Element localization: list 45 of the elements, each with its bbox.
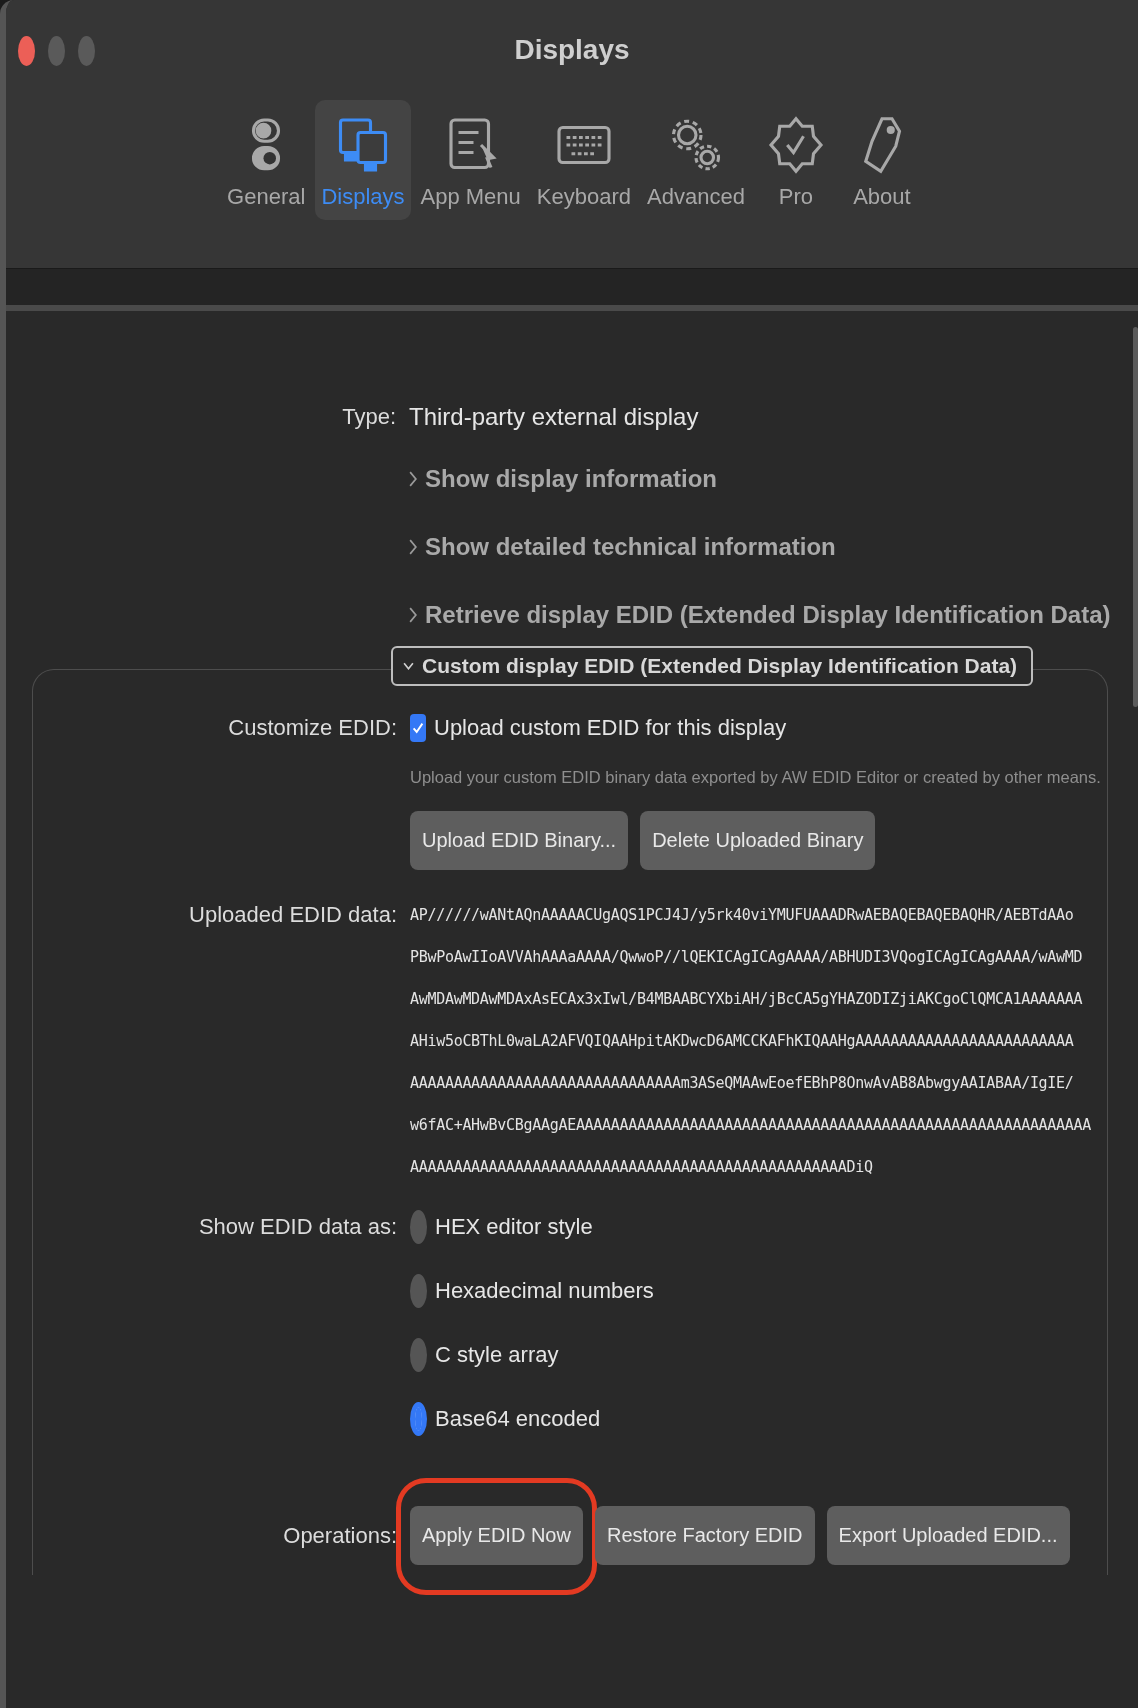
action-button[interactable]: Delete Uploaded Binary [640,811,876,870]
edid-data-line: AP//////wANtAQnAAAAACUgAQS1PCJ4J/y5rk40viYMUFUAAADRwAEBAQEBAQEBAQHR/AEBTdAAo [410,905,1075,926]
radio-button[interactable] [410,1210,427,1244]
type-value: Third-party external display [409,403,699,431]
toolbar-tab[interactable]: Pro [754,100,837,220]
toolbar-tab[interactable]: About [840,100,923,220]
close-button[interactable] [18,36,35,66]
minimize-button[interactable] [48,36,65,66]
radio-option[interactable]: Base64 encoded [410,1402,601,1436]
radio-option[interactable]: Hexadecimal numbers [410,1274,654,1308]
radio-option[interactable]: HEX editor style [410,1210,593,1244]
toolbar-tab[interactable]: Displays [315,100,411,220]
radio-option[interactable]: C style array [410,1338,559,1372]
action-button[interactable]: Export Uploaded EDID... [826,1506,1070,1565]
scrollbar-thumb[interactable] [1133,327,1138,707]
edid-data-line: AwMDAwMDAwMDAxAsECAx3xIwl/B4MBAABCYXbiAH/jBcCA5gYHAZODIZjiAKCgoClQMCA1AAAAAAA [410,989,1084,1010]
field-label: Uploaded EDID data: [189,902,397,928]
disclosure-toggle[interactable]: Custom display EDID (Extended Display Identification Data) [391,646,1034,686]
disclosure-toggle[interactable]: Retrieve display EDID (Extended Display Identification Data) [409,601,1111,629]
field-label: Customize EDID: [228,715,397,741]
zoom-button[interactable] [78,36,95,66]
field-label: Operations: [283,1522,397,1549]
checkbox-box[interactable] [410,714,426,742]
toolbar-tab[interactable]: Advanced [641,100,751,220]
radio-button[interactable] [410,1402,427,1436]
edid-data-line: AAAAAAAAAAAAAAAAAAAAAAAAAAAAAAAAAAAAAAAAAAAAAAAAAADiQ [410,1157,874,1178]
toolbar-tab[interactable]: General [221,100,312,220]
field-label: Show EDID data as: [198,1214,397,1240]
toolbar-tab[interactable]: Keyboard [530,100,637,220]
window-title: Displays [514,34,630,66]
description-text: Upload your custom EDID binary data exported by AW EDID Editor or created by other means. [410,768,1101,787]
action-button[interactable]: Restore Factory EDID [594,1506,815,1565]
action-button[interactable]: Apply EDID Now [410,1506,583,1565]
edid-data-line: w6fAC+AHwBvCBgAAgAEAAAAAAAAAAAAAAAAAAAAAAAAAAAAAAAAAAAAAAAAAAAAAAAAAAAAAAAAAAA [410,1115,1091,1136]
field-label: Type: [342,404,396,430]
disclosure-toggle[interactable]: Show display information [409,465,718,493]
edid-data-line: AAAAAAAAAAAAAAAAAAAAAAAAAAAAAAAm3ASeQMAAwEoefEBhP8OnwAvAB8AbwgyAAIABAA/IgIE/ [410,1073,1075,1094]
edid-data-line: AHiw5oCBThL0waLA2AFVQIQAAHpitAKDwcD6AMCCKAFhKIQAAHgAAAAAAAAAAAAAAAAAAAAAAAAA [410,1031,1075,1052]
action-button[interactable]: Upload EDID Binary... [410,811,629,870]
toolbar-tab[interactable]: App Menu [414,100,527,220]
radio-button[interactable] [410,1274,427,1308]
radio-button[interactable] [410,1338,427,1372]
checkbox[interactable]: Upload custom EDID for this display [410,714,787,742]
edid-data-line: PBwPoAwIIoAVVAhAAAaAAAA/QwwoP//lQEKICAgICAgAAAA/ABHUDI3VQogICAgICAgAAAA/wAwMD [410,947,1084,968]
disclosure-toggle[interactable]: Show detailed technical information [409,533,836,561]
